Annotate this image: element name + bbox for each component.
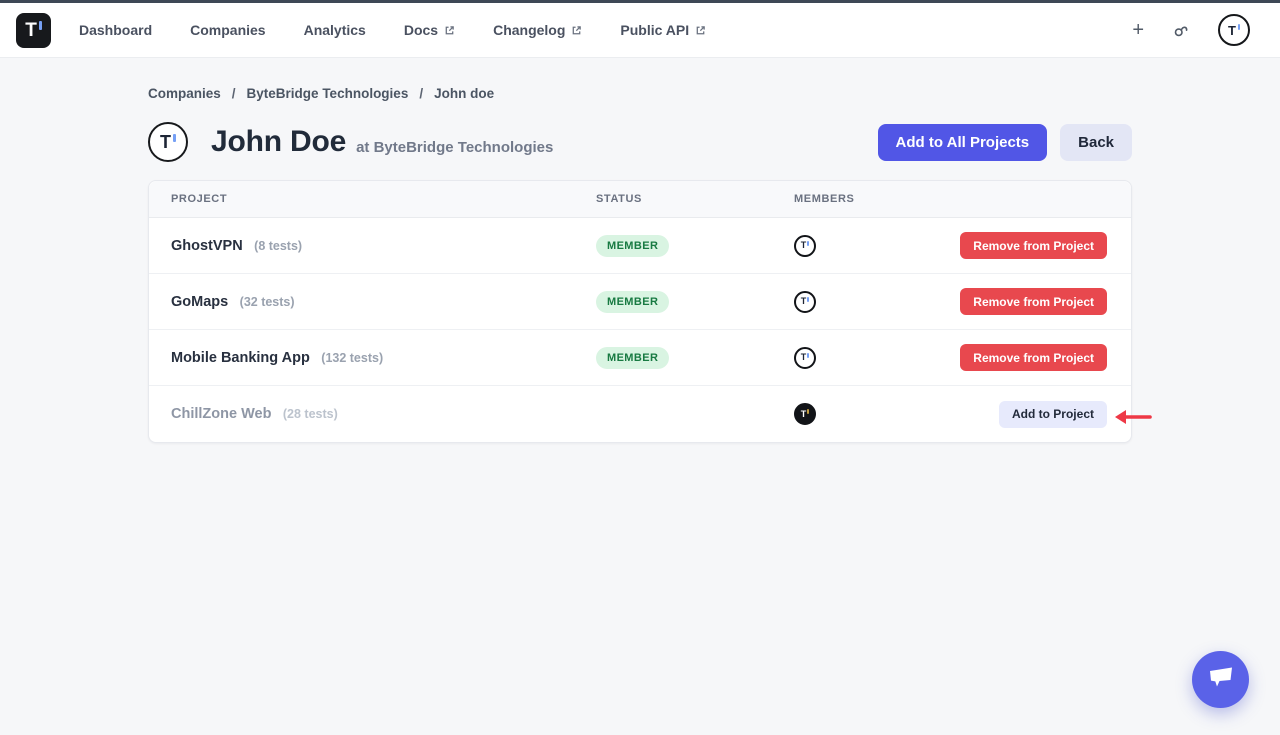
app-logo-accent xyxy=(39,21,42,30)
breadcrumb-companies[interactable]: Companies xyxy=(148,86,221,101)
status-cell: MEMBER xyxy=(596,291,794,313)
member-avatar-accent xyxy=(807,241,809,246)
back-button[interactable]: Back xyxy=(1060,124,1132,161)
person-avatar-logo-accent xyxy=(173,134,176,142)
status-cell: MEMBER xyxy=(596,347,794,369)
table-row-ghostvpn: GhostVPN (8 tests) MEMBER T Remove from … xyxy=(149,218,1131,274)
breadcrumb: Companies / ByteBridge Technologies / Jo… xyxy=(148,86,1132,101)
action-cell: Remove from Project xyxy=(954,288,1107,315)
breadcrumb-separator: / xyxy=(232,86,236,101)
user-avatar-logo-accent xyxy=(1238,24,1240,30)
project-test-count: (8 tests) xyxy=(254,239,302,253)
plus-icon[interactable]: + xyxy=(1132,20,1144,40)
breadcrumb-company-name[interactable]: ByteBridge Technologies xyxy=(247,86,409,101)
add-to-all-projects-button[interactable]: Add to All Projects xyxy=(878,124,1048,161)
status-badge: MEMBER xyxy=(596,347,669,369)
project-test-count: (32 tests) xyxy=(240,295,295,309)
project-cell: GhostVPN (8 tests) xyxy=(171,237,596,255)
chat-bubble-icon xyxy=(1207,665,1234,694)
add-to-project-button[interactable]: Add to Project xyxy=(999,401,1107,428)
chat-widget-button[interactable] xyxy=(1192,651,1249,708)
remove-from-project-button[interactable]: Remove from Project xyxy=(960,232,1107,259)
project-test-count: (28 tests) xyxy=(283,407,338,421)
project-test-count: (132 tests) xyxy=(321,351,383,365)
remove-from-project-button[interactable]: Remove from Project xyxy=(960,288,1107,315)
table-row-chillzone-web: ChillZone Web (28 tests) T Add to Projec… xyxy=(149,386,1131,442)
app-logo-letter: T xyxy=(25,21,37,40)
action-cell: Remove from Project xyxy=(954,344,1107,371)
table-header-row: PROJECT STATUS MEMBERS xyxy=(149,181,1131,218)
user-avatar[interactable]: T xyxy=(1218,14,1250,46)
column-header-project: PROJECT xyxy=(171,193,596,205)
external-link-icon xyxy=(695,25,706,36)
column-header-members: MEMBERS xyxy=(794,193,954,205)
table-row-gomaps: GoMaps (32 tests) MEMBER T Remove from P… xyxy=(149,274,1131,330)
main-content: Companies / ByteBridge Technologies / Jo… xyxy=(148,86,1132,443)
top-navbar: T Dashboard Companies Analytics Docs Cha… xyxy=(0,3,1280,58)
user-avatar-logo-letter: T xyxy=(1228,24,1236,37)
member-avatar-filled: T xyxy=(794,403,816,425)
members-cell: T xyxy=(794,235,954,257)
project-name: GhostVPN xyxy=(171,238,243,254)
member-avatar-accent xyxy=(807,353,809,358)
members-cell: T xyxy=(794,291,954,313)
project-cell: ChillZone Web (28 tests) xyxy=(171,405,596,423)
nav-item-docs[interactable]: Docs xyxy=(404,22,455,38)
breadcrumb-separator: / xyxy=(419,86,423,101)
member-avatar: T xyxy=(794,291,816,313)
column-header-status: STATUS xyxy=(596,193,794,205)
project-cell: Mobile Banking App (132 tests) xyxy=(171,349,596,367)
app-logo[interactable]: T xyxy=(16,13,51,48)
external-link-icon xyxy=(444,25,455,36)
remove-from-project-button[interactable]: Remove from Project xyxy=(960,344,1107,371)
project-name: GoMaps xyxy=(171,294,228,310)
nav-item-analytics[interactable]: Analytics xyxy=(304,22,366,38)
action-cell: Remove from Project xyxy=(954,232,1107,259)
nav-links: Dashboard Companies Analytics Docs Chang… xyxy=(79,22,706,38)
projects-table: PROJECT STATUS MEMBERS GhostVPN (8 tests… xyxy=(148,180,1132,443)
page-subtitle: at ByteBridge Technologies xyxy=(356,129,553,156)
action-cell: Add to Project xyxy=(954,401,1107,428)
member-avatar-accent xyxy=(807,409,809,414)
page-header: T John Doe at ByteBridge Technologies Ad… xyxy=(148,122,1132,162)
status-badge: MEMBER xyxy=(596,235,669,257)
members-cell: T xyxy=(794,347,954,369)
project-name: ChillZone Web xyxy=(171,406,271,422)
nav-item-changelog[interactable]: Changelog xyxy=(493,22,582,38)
project-cell: GoMaps (32 tests) xyxy=(171,293,596,311)
nav-item-dashboard[interactable]: Dashboard xyxy=(79,22,152,38)
header-actions: Add to All Projects Back xyxy=(878,124,1132,161)
nav-item-companies[interactable]: Companies xyxy=(190,22,265,38)
search-icon[interactable] xyxy=(1172,21,1190,39)
member-avatar: T xyxy=(794,347,816,369)
navbar-right: + T xyxy=(1132,14,1264,46)
page-title: John Doe xyxy=(211,125,346,159)
project-name: Mobile Banking App xyxy=(171,350,310,366)
member-avatar: T xyxy=(794,235,816,257)
breadcrumb-current-page: John doe xyxy=(434,86,494,101)
member-avatar-accent xyxy=(807,297,809,302)
table-row-mobile-banking-app: Mobile Banking App (132 tests) MEMBER T … xyxy=(149,330,1131,386)
status-badge: MEMBER xyxy=(596,291,669,313)
person-avatar-logo-letter: T xyxy=(160,133,171,151)
members-cell: T xyxy=(794,403,954,425)
external-link-icon xyxy=(571,25,582,36)
person-avatar: T xyxy=(148,122,188,162)
status-cell: MEMBER xyxy=(596,235,794,257)
nav-item-public-api[interactable]: Public API xyxy=(620,22,706,38)
